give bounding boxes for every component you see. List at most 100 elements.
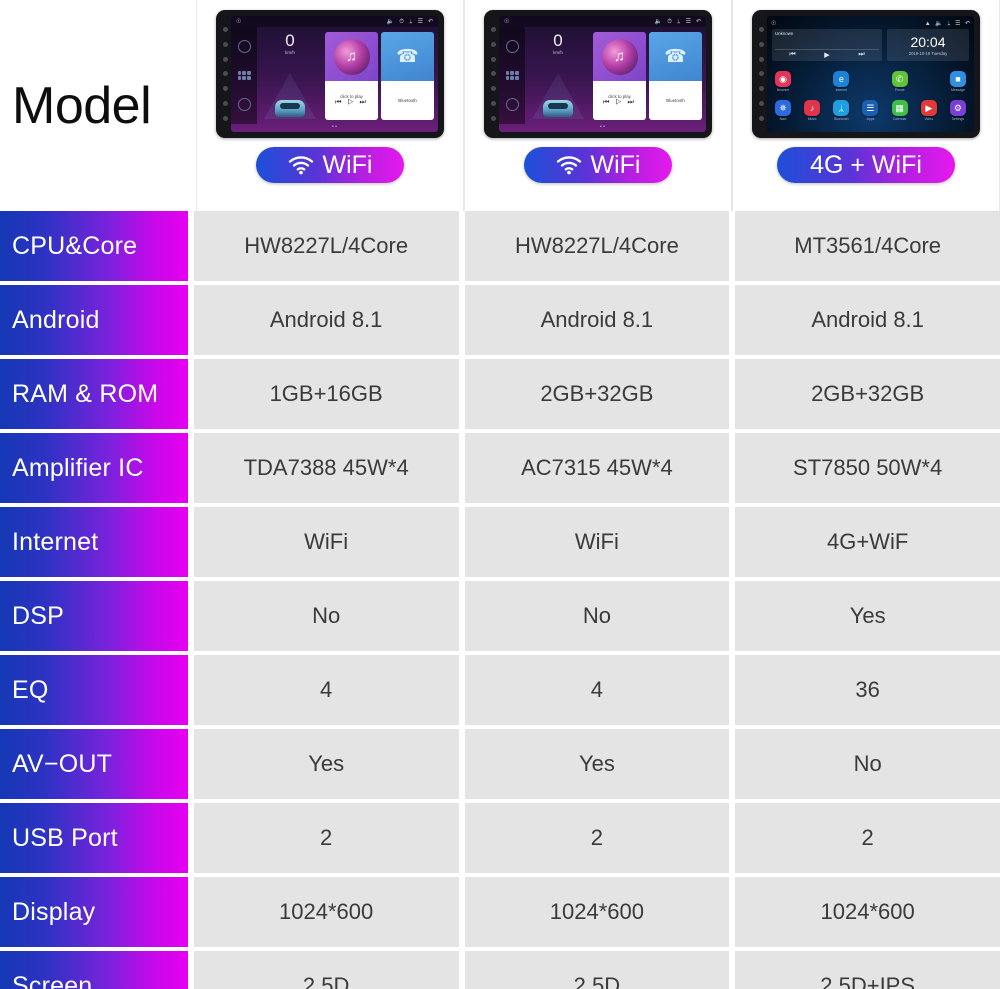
- app-row-1: ◉ Browser e Internet ✆ Phone ■ Message: [771, 71, 970, 92]
- row-label-android: Android: [0, 285, 188, 355]
- table-row: DSP No No Yes: [0, 581, 1000, 651]
- music-tile: ♫ click to play ⏮ ▷ ⏭: [593, 32, 646, 120]
- screen-left-rail: [231, 27, 257, 124]
- header-label-cell: Model: [0, 0, 190, 211]
- calendar-icon: ▦: [891, 100, 908, 116]
- table-cell: 4: [193, 655, 459, 725]
- table-cell: No: [735, 729, 1000, 799]
- app-calendar: ▦ Calendar: [888, 100, 912, 121]
- clock-widget: 20:04 2019-10-18 Tuesday: [887, 29, 969, 61]
- app-browser: ◉ Browser: [771, 71, 795, 92]
- row-label-cpu-core: CPU&Core: [0, 211, 188, 281]
- bluetooth-icon: ᛦ: [676, 18, 681, 25]
- app-label: Music: [807, 117, 817, 121]
- app-bluetooth: ᛦ Bluetooth: [829, 100, 853, 121]
- album-art: ♫: [325, 32, 378, 81]
- device-screen-1: ☉ 🔈 ⏱ ᛦ ☰ ↶ 0 km/h ♫ click to play ⏮ ▷ ⏭…: [231, 16, 438, 132]
- clock-time: 20:04: [910, 33, 946, 50]
- music-tile: ♫ click to play ⏮ ▷ ⏭: [325, 32, 378, 120]
- table-cell: 2: [735, 803, 1000, 873]
- home-tiles: ♫ click to play ⏮ ▷ ⏭ ☎ Bluetooth: [323, 27, 438, 124]
- table-cell: 2.5D: [193, 951, 459, 989]
- table-cell: AC7315 45W*4: [464, 433, 730, 503]
- gear-icon: ⚙: [949, 100, 966, 116]
- speed-unit: km/h: [285, 50, 295, 55]
- table-row: Display 1024*600 1024*600 1024*600: [0, 877, 1000, 947]
- app-row-2: ✵ Navi ♪ Music ᛦ Bluetooth ☰ Apps ▦ Cale…: [771, 100, 970, 121]
- product-column-1: ☉ 🔈 ⏱ ᛦ ☰ ↶ 0 km/h ♫ click to play ⏮ ▷ ⏭…: [196, 0, 464, 211]
- table-cell: Yes: [735, 581, 1000, 651]
- table-row: AV−OUT Yes Yes No: [0, 729, 1000, 799]
- comparison-table: Model ☉ 🔈 ⏱ ᛦ ☰ ↶ 0 km/h ♫ click to play…: [0, 0, 1000, 989]
- table-cell: 36: [735, 655, 1000, 725]
- back-icon: ↶: [427, 18, 433, 25]
- table-cell: HW8227L/4Core: [464, 211, 730, 281]
- clock-date: 2019-10-18 Tuesday: [908, 50, 948, 56]
- app-navi: ✵ Navi: [771, 100, 795, 121]
- speedometer-panel: 0 km/h: [525, 27, 591, 124]
- clock-icon: ⏱: [667, 18, 672, 25]
- table-cell: TDA7388 45W*4: [193, 433, 459, 503]
- table-cell: Yes: [464, 729, 730, 799]
- table-cell: Yes: [193, 729, 459, 799]
- apps-icon: ☰: [417, 18, 423, 25]
- header-row: Model ☉ 🔈 ⏱ ᛦ ☰ ↶ 0 km/h ♫ click to play…: [0, 0, 1000, 211]
- table-cell: 2.5D+IPS: [735, 951, 1000, 989]
- row-label-av-out: AV−OUT: [0, 729, 188, 799]
- phone-icon: ✆: [891, 71, 908, 87]
- android-auto-icon: [505, 98, 519, 111]
- home-icon: ☉: [236, 18, 242, 25]
- table-cell: MT3561/4Core: [735, 211, 1000, 281]
- table-row: RAM & ROM 1GB+16GB 2GB+32GB 2GB+32GB: [0, 359, 1000, 429]
- music-icon: ♪: [804, 100, 821, 116]
- row-label-eq: EQ: [0, 655, 188, 725]
- badge-wifi-2: WiFi: [524, 147, 672, 183]
- album-art: ♫: [593, 32, 646, 81]
- phone-icon: ☎: [649, 32, 702, 81]
- app-grid: ◉ Browser e Internet ✆ Phone ■ Message ✵…: [767, 63, 974, 132]
- table-cell: WiFi: [193, 507, 459, 577]
- table-cell: Android 8.1: [464, 285, 730, 355]
- apps-icon: ☰: [862, 100, 879, 116]
- device-side-buttons: [756, 16, 767, 132]
- table-row: CPU&Core HW8227L/4Core HW8227L/4Core MT3…: [0, 211, 1000, 281]
- bluetooth-tile: ☎ Bluetooth: [381, 32, 434, 120]
- app-label: Phone: [894, 88, 905, 92]
- app-label: Bluetooth: [834, 117, 849, 121]
- row-label-screen: Screen: [0, 951, 188, 989]
- wifi-icon: [288, 156, 313, 175]
- table-row: Internet WiFi WiFi 4G+WiF: [0, 507, 1000, 577]
- table-cell: 4G+WiF: [735, 507, 1000, 577]
- table-cell: 1024*600: [193, 877, 459, 947]
- music-controls: ⏮ ▷ ⏭: [603, 99, 636, 106]
- home-tiles: ♫ click to play ⏮ ▷ ⏭ ☎ Bluetooth: [591, 27, 706, 124]
- bluetooth-icon: ᛦ: [833, 100, 850, 116]
- row-label-usb-port: USB Port: [0, 803, 188, 873]
- status-bar: ☉ ▲ 🔈 ᛦ ☰ ↶: [767, 16, 974, 27]
- radar-icon: [237, 40, 251, 53]
- internet-explorer-icon: e: [833, 71, 850, 87]
- grid-icon: [505, 71, 519, 80]
- app-apps: ☰ Apps: [858, 100, 882, 121]
- app-label: Internet: [835, 88, 848, 92]
- table-cell: 2: [464, 803, 730, 873]
- device-side-buttons: [220, 16, 231, 132]
- home-widgets: Unknown ⏮ ▶ ⏭ 20:04 2019-10-18 Tuesday: [767, 26, 974, 63]
- app-label: Settings: [951, 117, 965, 121]
- page-title: Model: [12, 76, 152, 135]
- app-label: Calendar: [892, 117, 907, 121]
- table-cell: 2GB+32GB: [464, 359, 730, 429]
- device-side-buttons: [488, 16, 499, 132]
- speedometer-panel: 0 km/h: [257, 27, 323, 124]
- product-column-2: ☉ 🔈 ⏱ ᛦ ☰ ↶ 0 km/h ♫ click to play ⏮ ▷ ⏭…: [464, 0, 732, 211]
- phone-icon: ☎: [381, 32, 434, 81]
- table-cell: HW8227L/4Core: [193, 211, 459, 281]
- app-internet: e Internet: [829, 71, 853, 92]
- back-icon: ↶: [695, 18, 701, 25]
- row-label-internet: Internet: [0, 507, 188, 577]
- volume-icon: 🔈: [386, 18, 395, 25]
- player-controls: ⏮ ▶ ⏭: [775, 49, 879, 59]
- table-cell: 2GB+32GB: [735, 359, 1000, 429]
- play-icon: ▶: [824, 52, 830, 59]
- grid-icon: [237, 71, 251, 80]
